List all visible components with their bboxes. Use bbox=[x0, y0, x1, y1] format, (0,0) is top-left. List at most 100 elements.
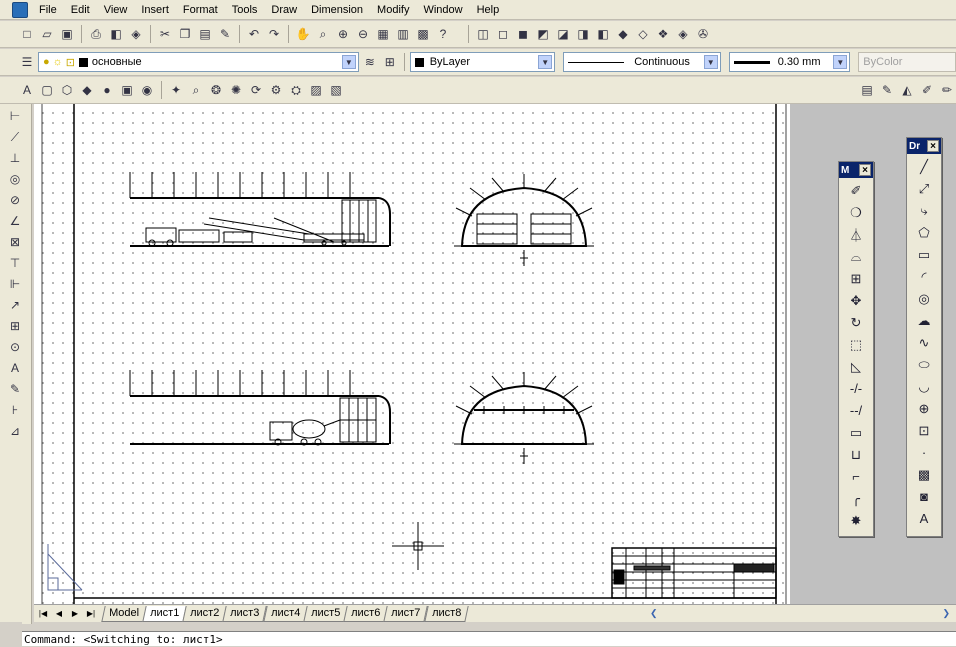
se-iso-icon[interactable]: ◇ bbox=[634, 25, 652, 43]
scroll-right-icon[interactable]: ❯ bbox=[942, 608, 950, 619]
named-views-icon[interactable]: ◫ bbox=[474, 25, 492, 43]
dim-update-icon[interactable]: ⊦ bbox=[6, 401, 24, 419]
drawing-canvas[interactable] bbox=[34, 104, 790, 604]
mapping-icon[interactable]: ✺ bbox=[227, 81, 245, 99]
copy-object-icon[interactable]: ❍ bbox=[846, 204, 866, 221]
menu-help[interactable]: Help bbox=[470, 0, 507, 20]
tab-list6[interactable]: лист6 bbox=[343, 605, 388, 622]
match-properties-icon[interactable]: ✎ bbox=[216, 25, 234, 43]
orbit-icon[interactable]: ⟳ bbox=[247, 81, 265, 99]
draw-order-icon[interactable]: ◭ bbox=[898, 81, 916, 99]
radius-dim-icon[interactable]: ◎ bbox=[6, 170, 24, 188]
color-combo[interactable]: ByLayer ▼ bbox=[409, 52, 556, 72]
lineweight-combo[interactable]: 0.30 mm ▼ bbox=[728, 52, 851, 72]
solid-icon[interactable]: ◆ bbox=[78, 81, 96, 99]
chevron-down-icon[interactable]: ▼ bbox=[341, 55, 356, 69]
quick-dim-icon[interactable]: ⊠ bbox=[6, 233, 24, 251]
chamfer-icon[interactable]: ⌐ bbox=[846, 468, 866, 485]
tab-list7[interactable]: лист7 bbox=[383, 605, 429, 622]
first-tab-icon[interactable]: |◀ bbox=[36, 607, 50, 621]
hide-icon[interactable]: ▤ bbox=[858, 81, 876, 99]
next-tab-icon[interactable]: ▶ bbox=[68, 607, 82, 621]
circle-icon[interactable]: ◎ bbox=[914, 290, 934, 307]
break-icon[interactable]: ▭ bbox=[846, 424, 866, 441]
angular-dim-icon[interactable]: ∠ bbox=[6, 212, 24, 230]
menu-view[interactable]: View bbox=[97, 0, 135, 20]
tab-list2[interactable]: лист2 bbox=[182, 605, 228, 622]
copy-icon[interactable]: ❐ bbox=[176, 25, 194, 43]
line-icon[interactable]: ╱ bbox=[914, 158, 934, 175]
globe-icon[interactable]: ◉ bbox=[138, 81, 156, 99]
rotate-icon[interactable]: ↻ bbox=[846, 314, 866, 331]
tool-palettes-icon[interactable]: ▩ bbox=[414, 25, 432, 43]
materials-icon[interactable]: ❂ bbox=[207, 81, 225, 99]
tab-list5[interactable]: лист5 bbox=[303, 605, 348, 622]
close-icon[interactable]: × bbox=[859, 164, 871, 176]
pan-icon[interactable]: ✋ bbox=[294, 25, 312, 43]
menu-modify[interactable]: Modify bbox=[370, 0, 416, 20]
text-style-icon[interactable]: A bbox=[18, 81, 36, 99]
offset-icon[interactable]: ⌓ bbox=[846, 248, 866, 265]
publish-icon[interactable]: ◈ bbox=[127, 25, 145, 43]
trim-icon[interactable]: -/- bbox=[846, 380, 866, 397]
scene-icon[interactable]: ⛭ bbox=[287, 81, 305, 99]
nw-iso-icon[interactable]: ◈ bbox=[674, 25, 692, 43]
app-icon[interactable] bbox=[12, 1, 28, 18]
bottom-view-icon[interactable]: ◼ bbox=[514, 25, 532, 43]
zoom-3d-icon[interactable]: ⌕ bbox=[187, 81, 205, 99]
polyline-icon[interactable]: ⤷ bbox=[914, 202, 934, 219]
layers-icon[interactable]: ☰ bbox=[18, 53, 36, 71]
polygon-icon[interactable]: ⬠ bbox=[914, 224, 934, 241]
render-icon[interactable]: ⚙ bbox=[267, 81, 285, 99]
array-icon[interactable]: ⊞ bbox=[846, 270, 866, 287]
print-icon[interactable]: ⎙ bbox=[87, 25, 105, 43]
mirror-icon[interactable]: ⏃ bbox=[846, 226, 866, 243]
linear-dim-icon[interactable]: ⊢ bbox=[6, 107, 24, 125]
design-center-icon[interactable]: ▥ bbox=[394, 25, 412, 43]
zoom-realtime-icon[interactable]: ⌕ bbox=[314, 25, 332, 43]
edit-icon[interactable]: ✎ bbox=[878, 81, 896, 99]
tolerance-icon[interactable]: ⊞ bbox=[6, 317, 24, 335]
back-view-icon[interactable]: ◧ bbox=[594, 25, 612, 43]
erase-icon[interactable]: ✐ bbox=[846, 182, 866, 199]
save-icon[interactable]: ▣ bbox=[58, 25, 76, 43]
linetype-combo[interactable]: Continuous ▼ bbox=[563, 52, 721, 72]
explode-icon[interactable]: ✸ bbox=[846, 512, 866, 529]
region-icon[interactable]: ◙ bbox=[914, 488, 934, 505]
construction-line-icon[interactable]: ⤢ bbox=[914, 180, 934, 197]
scroll-left-icon[interactable]: ❮ bbox=[650, 608, 658, 619]
join-icon[interactable]: ⊔ bbox=[846, 446, 866, 463]
spline-icon[interactable]: ∿ bbox=[914, 334, 934, 351]
tab-list4[interactable]: лист4 bbox=[262, 605, 308, 622]
ne-iso-icon[interactable]: ❖ bbox=[654, 25, 672, 43]
menu-file[interactable]: File bbox=[32, 0, 64, 20]
undo-icon[interactable]: ↶ bbox=[245, 25, 263, 43]
hatch-icon[interactable]: ▩ bbox=[914, 466, 934, 483]
last-tab-icon[interactable]: ▶| bbox=[84, 607, 98, 621]
menu-draw[interactable]: Draw bbox=[264, 0, 304, 20]
baseline-dim-icon[interactable]: ⊤ bbox=[6, 254, 24, 272]
diameter-dim-icon[interactable]: ⊘ bbox=[6, 191, 24, 209]
camera-icon[interactable]: ✇ bbox=[694, 25, 712, 43]
menu-format[interactable]: Format bbox=[176, 0, 225, 20]
dim-edit-icon[interactable]: A bbox=[6, 359, 24, 377]
modify-palette-title[interactable]: M × bbox=[839, 162, 873, 178]
ellipse-arc-icon[interactable]: ◡ bbox=[914, 378, 934, 395]
cut-icon[interactable]: ✂ bbox=[156, 25, 174, 43]
fillet-icon[interactable]: ╭ bbox=[846, 490, 866, 507]
menu-edit[interactable]: Edit bbox=[64, 0, 97, 20]
chevron-down-icon[interactable]: ▼ bbox=[703, 55, 718, 69]
chevron-down-icon[interactable]: ▼ bbox=[833, 55, 848, 69]
menu-tools[interactable]: Tools bbox=[225, 0, 265, 20]
move-icon[interactable]: ✥ bbox=[846, 292, 866, 309]
wedge-icon[interactable]: ⬡ bbox=[58, 81, 76, 99]
lights-icon[interactable]: ✦ bbox=[167, 81, 185, 99]
point-icon[interactable]: · bbox=[914, 444, 934, 461]
draw-palette-title[interactable]: Dr × bbox=[907, 138, 941, 154]
front-view-icon[interactable]: ◨ bbox=[574, 25, 592, 43]
stretch-icon[interactable]: ◺ bbox=[846, 358, 866, 375]
top-view-icon[interactable]: ◻ bbox=[494, 25, 512, 43]
insert-block-icon[interactable]: ⊕ bbox=[914, 400, 934, 417]
tab-list8[interactable]: лист8 bbox=[423, 605, 469, 622]
landscape-icon[interactable]: ▨ bbox=[307, 81, 325, 99]
